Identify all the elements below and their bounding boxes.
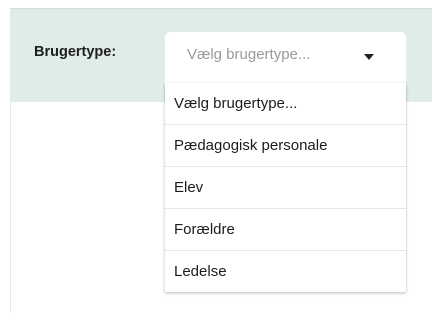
user-type-select-value: Vælg brugertype... (187, 46, 311, 63)
content-divider (10, 101, 11, 313)
dropdown-option-ledelse[interactable]: Ledelse (165, 251, 406, 292)
caret-down-icon[interactable] (364, 54, 374, 60)
user-type-select[interactable]: Vælg brugertype... (165, 32, 406, 83)
dropdown-option-foraeldre[interactable]: Forældre (165, 209, 406, 251)
user-type-label: Brugertype: (34, 44, 117, 60)
dropdown-option-elev[interactable]: Elev (165, 167, 406, 209)
dropdown-option-paedagogisk-personale[interactable]: Pædagogisk personale (165, 125, 406, 167)
dropdown-option-placeholder[interactable]: Vælg brugertype... (165, 83, 406, 125)
user-type-dropdown: Vælg brugertype... Pædagogisk personale … (165, 83, 406, 292)
